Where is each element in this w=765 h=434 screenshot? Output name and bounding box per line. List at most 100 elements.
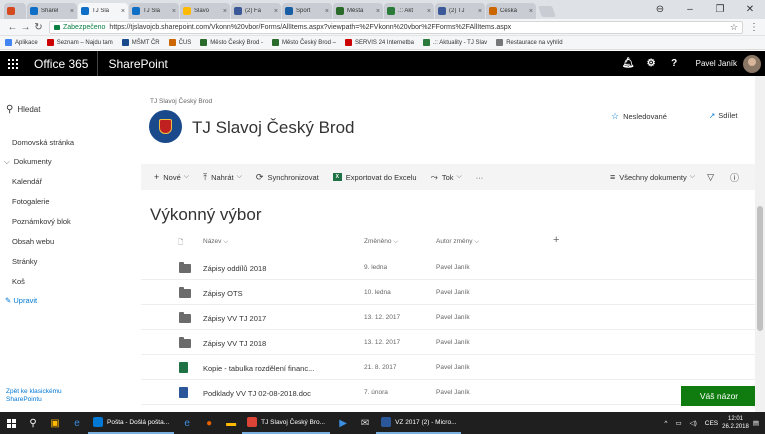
store-icon[interactable]: ▣ [44,412,66,434]
forward-icon[interactable]: → [19,22,32,33]
breadcrumb[interactable]: TJ Slavoj Český Brod [150,98,212,105]
nav-item-notebook[interactable]: Poznámkový blok [12,217,71,226]
bookmark-item[interactable]: .:: Aktuality - TJ Slav [422,39,487,46]
taskbar-app[interactable]: TJ Slavoj Český Bro... [242,412,331,434]
file-type-header-icon[interactable]: 🗋︎ [178,238,183,249]
tab-close-icon[interactable]: × [121,8,125,15]
follow-button[interactable]: ☆ Nesledované [611,111,667,122]
close-button[interactable]: ✕ [735,4,765,15]
firefox-icon[interactable]: ● [198,412,220,434]
column-header-modified-by[interactable]: Autor změny ⌵ [436,238,479,246]
nav-item-site-contents[interactable]: Obsah webu [12,237,54,246]
classic-sharepoint-link[interactable]: Zpět ke klasickému SharePointu [6,388,76,404]
user-name[interactable]: Pavel Janík [686,59,743,68]
windows-start-icon[interactable] [0,412,22,434]
tab-close-icon[interactable]: × [172,8,176,15]
browser-tab[interactable]: TJ Sla × [78,3,128,19]
nav-item-pages[interactable]: Stránky [12,257,37,266]
nav-item-calendar[interactable]: Kalendář [12,177,42,186]
browser-tab[interactable]: (2) TJ × [435,3,485,19]
tray-chevron-icon[interactable]: ^ [664,420,667,427]
browser-tab[interactable]: Slavo × [180,3,230,19]
browser-tab[interactable]: Sport × [282,3,332,19]
edge-icon[interactable]: e [176,412,198,434]
bookmark-item[interactable]: Město Český Brod - [200,39,263,46]
tab-close-icon[interactable]: × [274,8,278,15]
flow-button[interactable]: ⤳ Tok ⌵ [431,172,462,183]
volume-icon[interactable]: ◁) [690,419,697,427]
tab-close-icon[interactable]: × [529,8,533,15]
network-icon[interactable]: ▭ [675,419,681,427]
tab-close-icon[interactable]: × [376,8,380,15]
clock[interactable]: 12:01 26.2.2018 [722,415,749,431]
bookmark-item[interactable]: Seznam – Najdu tam [46,39,113,46]
table-row[interactable]: Zápisy oddílů 2018 9. ledna Pavel Janík [141,256,755,280]
file-name[interactable]: Kopie - tabulka rozdělení financ... [203,364,314,373]
language-indicator[interactable]: CES [705,420,718,427]
file-name[interactable]: Zápisy OTS [203,289,243,298]
avatar[interactable] [743,54,761,73]
export-excel-button[interactable]: X Exportovat do Excelu [332,173,417,182]
tab-close-icon[interactable]: × [478,8,482,15]
mail-icon[interactable]: ✉ [354,412,376,434]
bookmark-item[interactable]: Město Český Brod – [271,39,336,46]
bookmark-item[interactable]: ČUS [168,39,191,46]
sharepoint-brand[interactable]: SharePoint [98,57,167,71]
bookmark-item[interactable]: Restaurace na vyhlíd [496,39,563,46]
edit-links-button[interactable]: ✎ Upravit [5,296,37,305]
maximize-button[interactable]: ❐ [705,4,735,15]
feedback-button[interactable]: Váš názor [681,386,757,406]
filter-button[interactable]: ▽ [707,172,718,183]
bookmark-item[interactable]: MŠMT ČR [121,39,160,46]
column-header-name[interactable]: Název ⌵ [203,238,228,246]
sync-button[interactable]: ⟳ Synchronizovat [256,172,319,183]
tab-close-icon[interactable]: × [70,8,74,15]
nav-item-recycle-bin[interactable]: Koš [12,277,25,286]
search-icon[interactable]: ⚲ [22,412,44,434]
notifications-icon[interactable]: ▤ [753,419,759,427]
browser-tab[interactable]: Města × [333,3,383,19]
bookmark-star-icon[interactable]: ☆ [730,22,738,33]
browser-tab[interactable]: Česká × [486,3,536,19]
column-header-modified[interactable]: Změněno ⌵ [364,238,398,246]
bell-icon[interactable]: 🔔︎ [617,58,640,69]
user-profile-icon[interactable]: ⊖ [645,4,675,15]
site-logo[interactable] [149,110,182,143]
new-button[interactable]: + Nové ⌵ [154,172,189,182]
tab-close-icon[interactable]: × [223,8,227,15]
new-tab-button[interactable] [537,6,557,17]
table-row[interactable]: Kopie - tabulka rozdělení financ... 21. 8… [141,356,755,380]
add-column-icon[interactable]: + [553,234,559,246]
explorer-icon[interactable]: ▬ [220,412,242,434]
site-title[interactable]: TJ Slavoj Český Brod [192,118,355,138]
nav-item-home[interactable]: Domovská stránka [12,138,74,147]
minimize-button[interactable]: – [675,4,705,15]
browser-menu-icon[interactable]: ⋮ [749,22,759,33]
edge-icon[interactable]: e [66,412,88,434]
upload-button[interactable]: ⤒ Nahrát ⌵ [203,172,242,183]
taskbar-app[interactable]: VZ 2017 (2) - Micro... [376,412,462,434]
file-name[interactable]: Zápisy VV TJ 2017 [203,314,266,323]
reload-icon[interactable]: ↻ [32,22,45,33]
table-row[interactable]: Zápisy OTS 10. ledna Pavel Janík [141,281,755,305]
nav-item-gallery[interactable]: Fotogalerie [12,197,50,206]
nav-item-documents[interactable]: ⌵ Dokumenty [4,157,52,167]
info-button[interactable]: ⓘ [730,171,743,184]
browser-tab[interactable]: TJ Sla × [129,3,179,19]
office365-brand[interactable]: Office 365 [25,51,99,76]
bookmark-item[interactable]: Aplikace [5,39,38,46]
taskbar-app[interactable]: Pošta - Došlá pošta... [88,412,175,434]
url-input[interactable]: Zabezpečeno https://tjslavojcb.sharepoin… [49,20,743,34]
help-icon[interactable]: ? [663,58,686,69]
tab-close-icon[interactable]: × [427,8,431,15]
view-selector[interactable]: ≡ Všechny dokumenty ⌵ [610,172,695,182]
more-button[interactable]: ··· [476,173,484,182]
browser-tab[interactable]: .:: Akt × [384,3,434,19]
table-row[interactable]: Zápisy VV TJ 2018 13. 12. 2017 Pavel Janík [141,331,755,355]
scrollbar-thumb[interactable] [757,206,763,331]
table-row[interactable]: Zápisy VV TJ 2017 13. 12. 2017 Pavel Janík [141,306,755,330]
browser-tab[interactable] [4,3,26,19]
scrollbar[interactable] [755,76,765,412]
share-button[interactable]: ↗ Sdílet [709,111,737,120]
media-icon[interactable]: ▶ [332,412,354,434]
